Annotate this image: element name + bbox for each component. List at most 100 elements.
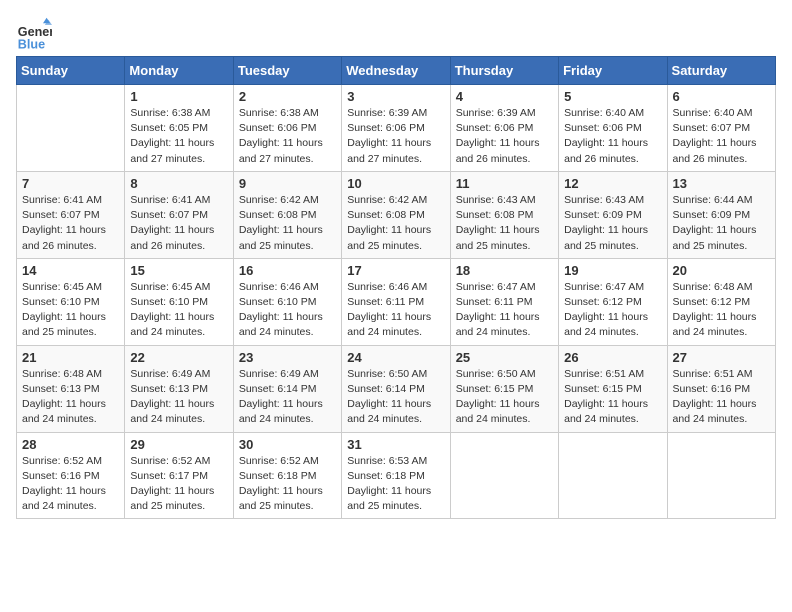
day-of-week-header: Wednesday (342, 57, 450, 85)
calendar-cell: 23 Sunrise: 6:49 AM Sunset: 6:14 PM Dayli… (233, 345, 341, 432)
day-info: Sunrise: 6:41 AM Sunset: 6:07 PM Dayligh… (22, 193, 119, 254)
calendar-week-row: 14Sunrise: 6:45 AM Sunset: 6:10 PM Dayli… (17, 258, 776, 345)
day-info: Sunrise: 6:45 AM Sunset: 6:10 PM Dayligh… (22, 280, 119, 341)
calendar-cell: 17 Sunrise: 6:46 AM Sunset: 6:11 PM Dayli… (342, 258, 450, 345)
day-info: Sunrise: 6:47 AM Sunset: 6:12 PM Dayligh… (564, 280, 661, 341)
day-info: Sunrise: 6:48 AM Sunset: 6:13 PM Dayligh… (22, 367, 119, 428)
day-number: 6 (673, 89, 770, 104)
calendar-cell: 12 Sunrise: 6:43 AM Sunset: 6:09 PM Dayli… (559, 171, 667, 258)
day-number: 13 (673, 176, 770, 191)
day-number: 7 (22, 176, 119, 191)
day-number: 15 (130, 263, 227, 278)
calendar-cell: 18 Sunrise: 6:47 AM Sunset: 6:11 PM Dayli… (450, 258, 558, 345)
calendar-cell: 9Sunrise: 6:42 AM Sunset: 6:08 PM Daylig… (233, 171, 341, 258)
calendar-week-row: 7 Sunrise: 6:41 AM Sunset: 6:07 PM Daylig… (17, 171, 776, 258)
day-info: Sunrise: 6:40 AM Sunset: 6:07 PM Dayligh… (673, 106, 770, 167)
calendar-cell: 4 Sunrise: 6:39 AM Sunset: 6:06 PM Daylig… (450, 85, 558, 172)
calendar-cell: 6 Sunrise: 6:40 AM Sunset: 6:07 PM Daylig… (667, 85, 775, 172)
day-number: 12 (564, 176, 661, 191)
day-number: 11 (456, 176, 553, 191)
calendar-cell: 14Sunrise: 6:45 AM Sunset: 6:10 PM Dayli… (17, 258, 125, 345)
calendar-week-row: 1 Sunrise: 6:38 AM Sunset: 6:05 PM Daylig… (17, 85, 776, 172)
svg-text:Blue: Blue (18, 37, 45, 51)
day-info: Sunrise: 6:46 AM Sunset: 6:10 PM Dayligh… (239, 280, 336, 341)
calendar-table: SundayMondayTuesdayWednesdayThursdayFrid… (16, 56, 776, 519)
day-of-week-header: Saturday (667, 57, 775, 85)
day-info: Sunrise: 6:41 AM Sunset: 6:07 PM Dayligh… (130, 193, 227, 254)
calendar-cell: 19Sunrise: 6:47 AM Sunset: 6:12 PM Dayli… (559, 258, 667, 345)
calendar-cell: 8 Sunrise: 6:41 AM Sunset: 6:07 PM Daylig… (125, 171, 233, 258)
day-info: Sunrise: 6:45 AM Sunset: 6:10 PM Dayligh… (130, 280, 227, 341)
day-info: Sunrise: 6:46 AM Sunset: 6:11 PM Dayligh… (347, 280, 444, 341)
day-number: 18 (456, 263, 553, 278)
day-number: 3 (347, 89, 444, 104)
day-of-week-header: Thursday (450, 57, 558, 85)
day-number: 21 (22, 350, 119, 365)
logo: General Blue (16, 16, 52, 52)
day-of-week-header: Sunday (17, 57, 125, 85)
day-info: Sunrise: 6:43 AM Sunset: 6:09 PM Dayligh… (564, 193, 661, 254)
calendar-cell: 21 Sunrise: 6:48 AM Sunset: 6:13 PM Dayli… (17, 345, 125, 432)
calendar-header-row: SundayMondayTuesdayWednesdayThursdayFrid… (17, 57, 776, 85)
day-number: 20 (673, 263, 770, 278)
calendar-cell: 1 Sunrise: 6:38 AM Sunset: 6:05 PM Daylig… (125, 85, 233, 172)
calendar-cell: 10 Sunrise: 6:42 AM Sunset: 6:08 PM Dayli… (342, 171, 450, 258)
calendar-cell: 3 Sunrise: 6:39 AM Sunset: 6:06 PM Daylig… (342, 85, 450, 172)
day-number: 5 (564, 89, 661, 104)
day-info: Sunrise: 6:38 AM Sunset: 6:05 PM Dayligh… (130, 106, 227, 167)
calendar-cell: 16 Sunrise: 6:46 AM Sunset: 6:10 PM Dayli… (233, 258, 341, 345)
calendar-cell: 27 Sunrise: 6:51 AM Sunset: 6:16 PM Dayli… (667, 345, 775, 432)
calendar-cell: 15 Sunrise: 6:45 AM Sunset: 6:10 PM Dayli… (125, 258, 233, 345)
calendar-cell: 30 Sunrise: 6:52 AM Sunset: 6:18 PM Dayli… (233, 432, 341, 519)
day-info: Sunrise: 6:48 AM Sunset: 6:12 PM Dayligh… (673, 280, 770, 341)
day-info: Sunrise: 6:52 AM Sunset: 6:16 PM Dayligh… (22, 454, 119, 515)
day-info: Sunrise: 6:38 AM Sunset: 6:06 PM Dayligh… (239, 106, 336, 167)
day-info: Sunrise: 6:51 AM Sunset: 6:16 PM Dayligh… (673, 367, 770, 428)
calendar-cell (17, 85, 125, 172)
day-number: 10 (347, 176, 444, 191)
day-number: 1 (130, 89, 227, 104)
calendar-cell: 20 Sunrise: 6:48 AM Sunset: 6:12 PM Dayli… (667, 258, 775, 345)
day-info: Sunrise: 6:39 AM Sunset: 6:06 PM Dayligh… (456, 106, 553, 167)
day-number: 16 (239, 263, 336, 278)
day-number: 22 (130, 350, 227, 365)
day-info: Sunrise: 6:42 AM Sunset: 6:08 PM Dayligh… (347, 193, 444, 254)
day-info: Sunrise: 6:51 AM Sunset: 6:15 PM Dayligh… (564, 367, 661, 428)
calendar-cell: 28 Sunrise: 6:52 AM Sunset: 6:16 PM Dayli… (17, 432, 125, 519)
day-number: 28 (22, 437, 119, 452)
day-number: 23 (239, 350, 336, 365)
calendar-week-row: 28 Sunrise: 6:52 AM Sunset: 6:16 PM Dayli… (17, 432, 776, 519)
day-info: Sunrise: 6:40 AM Sunset: 6:06 PM Dayligh… (564, 106, 661, 167)
day-number: 8 (130, 176, 227, 191)
calendar-cell: 2 Sunrise: 6:38 AM Sunset: 6:06 PM Daylig… (233, 85, 341, 172)
day-number: 17 (347, 263, 444, 278)
day-number: 24 (347, 350, 444, 365)
page-header: General Blue (16, 16, 776, 52)
day-number: 2 (239, 89, 336, 104)
day-info: Sunrise: 6:50 AM Sunset: 6:15 PM Dayligh… (456, 367, 553, 428)
calendar-cell: 26Sunrise: 6:51 AM Sunset: 6:15 PM Dayli… (559, 345, 667, 432)
day-info: Sunrise: 6:43 AM Sunset: 6:08 PM Dayligh… (456, 193, 553, 254)
day-info: Sunrise: 6:50 AM Sunset: 6:14 PM Dayligh… (347, 367, 444, 428)
day-number: 30 (239, 437, 336, 452)
calendar-cell: 24 Sunrise: 6:50 AM Sunset: 6:14 PM Dayli… (342, 345, 450, 432)
calendar-cell: 29Sunrise: 6:52 AM Sunset: 6:17 PM Dayli… (125, 432, 233, 519)
day-of-week-header: Tuesday (233, 57, 341, 85)
calendar-cell: 5 Sunrise: 6:40 AM Sunset: 6:06 PM Daylig… (559, 85, 667, 172)
day-info: Sunrise: 6:53 AM Sunset: 6:18 PM Dayligh… (347, 454, 444, 515)
day-info: Sunrise: 6:39 AM Sunset: 6:06 PM Dayligh… (347, 106, 444, 167)
calendar-cell (667, 432, 775, 519)
day-info: Sunrise: 6:42 AM Sunset: 6:08 PM Dayligh… (239, 193, 336, 254)
day-info: Sunrise: 6:52 AM Sunset: 6:17 PM Dayligh… (130, 454, 227, 515)
calendar-cell: 13 Sunrise: 6:44 AM Sunset: 6:09 PM Dayli… (667, 171, 775, 258)
day-info: Sunrise: 6:52 AM Sunset: 6:18 PM Dayligh… (239, 454, 336, 515)
calendar-cell: 11 Sunrise: 6:43 AM Sunset: 6:08 PM Dayli… (450, 171, 558, 258)
day-info: Sunrise: 6:49 AM Sunset: 6:14 PM Dayligh… (239, 367, 336, 428)
day-number: 4 (456, 89, 553, 104)
day-of-week-header: Monday (125, 57, 233, 85)
calendar-cell (450, 432, 558, 519)
day-info: Sunrise: 6:47 AM Sunset: 6:11 PM Dayligh… (456, 280, 553, 341)
day-number: 27 (673, 350, 770, 365)
day-info: Sunrise: 6:49 AM Sunset: 6:13 PM Dayligh… (130, 367, 227, 428)
day-info: Sunrise: 6:44 AM Sunset: 6:09 PM Dayligh… (673, 193, 770, 254)
